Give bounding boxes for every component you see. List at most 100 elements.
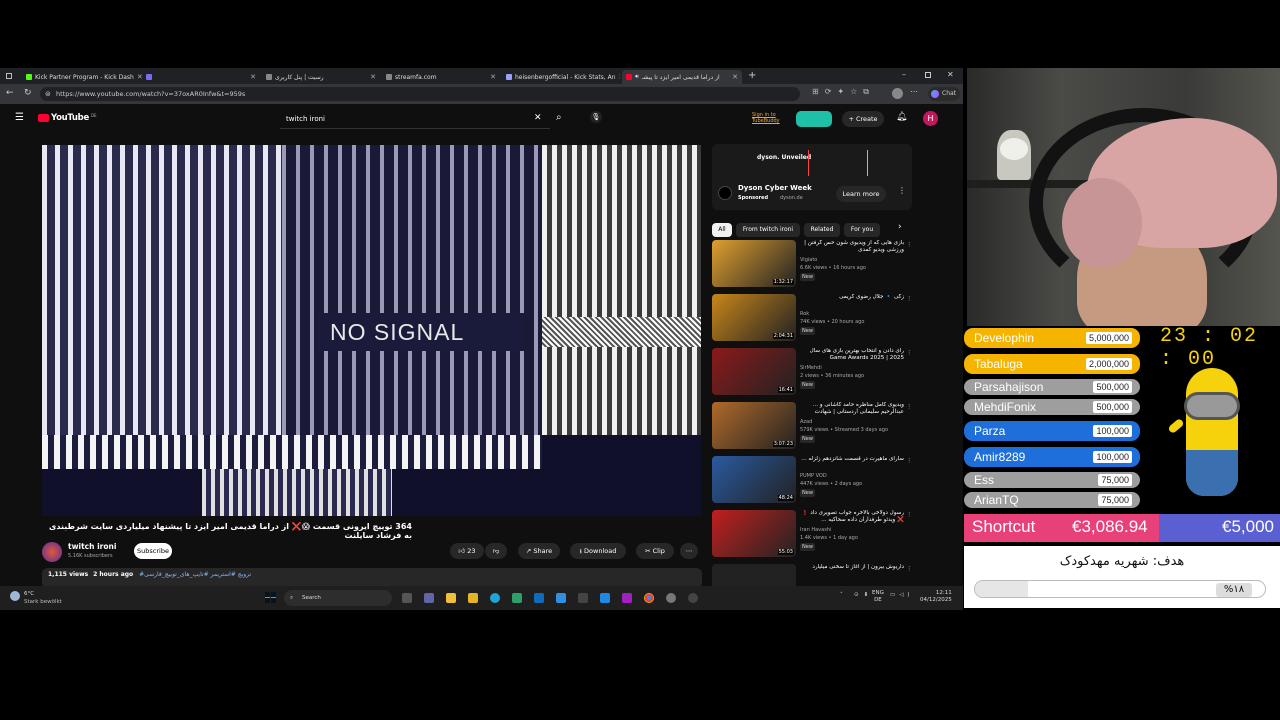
- menu-dots-icon[interactable]: ⋯: [910, 87, 918, 96]
- channel-avatar[interactable]: [42, 542, 62, 562]
- like-button[interactable]: 👍︎ 23: [450, 543, 484, 559]
- clock[interactable]: 12:11 04/12/2025: [920, 590, 952, 604]
- app-icon-blue[interactable]: [556, 593, 566, 603]
- app-icon-green[interactable]: [512, 593, 522, 603]
- recommended-video[interactable]: 3:07:23 ویدیوی کامل مناظره حامد کاشانی و …: [712, 402, 912, 454]
- tray-chevron-icon[interactable]: ˄: [840, 592, 843, 598]
- store-icon[interactable]: [468, 593, 478, 603]
- tab-close-icon[interactable]: ✕: [370, 73, 376, 81]
- extensions-icons[interactable]: ⊞⟳✦☆⧉: [812, 87, 875, 97]
- tab-close-icon[interactable]: ✕: [490, 73, 496, 81]
- recommended-video[interactable]: 16:41 رای دادن و انتخاب بهترین بازی های س…: [712, 348, 912, 400]
- browser-tab[interactable]: رسیت | پنل کاربری ✕: [262, 70, 380, 84]
- tab-close-icon[interactable]: ✕: [250, 73, 256, 81]
- video-menu-icon[interactable]: ⋮: [906, 242, 912, 248]
- video-title[interactable]: سارای ماهیرت در قسمت شانزدهم زلزله ...: [800, 456, 904, 463]
- vscode-icon[interactable]: [600, 593, 610, 603]
- notifications-bell-icon[interactable]: 🔔︎: [896, 112, 907, 122]
- video-thumbnail[interactable]: 48:24: [712, 456, 796, 503]
- rider-icon[interactable]: [622, 593, 632, 603]
- obs-icon[interactable]: [688, 593, 698, 603]
- file-explorer-icon[interactable]: [446, 593, 456, 603]
- video-menu-icon[interactable]: ⋮: [906, 404, 912, 410]
- outlook-icon[interactable]: [534, 593, 544, 603]
- subscribe-button[interactable]: Subscribe: [134, 543, 172, 559]
- hashtags[interactable]: #ترویچ #استریمر #تایپ_های_توییچ_فارسی: [139, 571, 251, 578]
- video-thumbnail[interactable]: 1:32:17: [712, 240, 796, 287]
- video-menu-icon[interactable]: ⋮: [906, 566, 912, 572]
- recommended-video[interactable]: 1:32:17 بازی هایی که از ویدیوی شون حس گرف…: [712, 240, 912, 292]
- task-view-icon[interactable]: [402, 593, 412, 603]
- video-player[interactable]: NO SIGNAL: [42, 145, 701, 516]
- video-title[interactable]: رسول دولاخی بالاخره جواب تصویری داد ❗ ❌ …: [800, 510, 904, 524]
- create-button[interactable]: + Create: [842, 111, 884, 127]
- video-description[interactable]: 1,115 views 2 hours ago #ترویچ #استریمر …: [42, 568, 702, 588]
- video-channel[interactable]: Vigiato: [800, 256, 817, 264]
- tubebuddy-icon[interactable]: [796, 111, 832, 127]
- filter-chip[interactable]: From twitch ironi: [736, 223, 800, 237]
- tab-audio-icon[interactable]: 🔊︎: [635, 73, 639, 81]
- recommended-video[interactable]: 55:03 رسول دولاخی بالاخره جواب تصویری داد…: [712, 510, 912, 562]
- terminal-icon[interactable]: [578, 593, 588, 603]
- video-channel[interactable]: Rok: [800, 310, 809, 318]
- browser-tab[interactable]: ✕: [142, 70, 260, 84]
- filter-chip[interactable]: Related: [804, 223, 840, 237]
- video-channel[interactable]: Iran Havashi: [800, 526, 831, 534]
- recommended-video[interactable]: 48:24 سارای ماهیرت در قسمت شانزدهم زلزله …: [712, 456, 912, 508]
- video-title[interactable]: ویدیوی کامل مناظره حامد کاشانی و ... عبد…: [800, 402, 904, 416]
- tab-close-icon[interactable]: ✕: [732, 73, 738, 81]
- filter-chip[interactable]: For you: [844, 223, 880, 237]
- browser-tab-active[interactable]: 🔊︎ از دراما قدیمی امیر ایزد تا پیشـ ✕: [622, 70, 742, 84]
- video-thumbnail[interactable]: 16:41: [712, 348, 796, 395]
- teams-icon[interactable]: [424, 593, 434, 603]
- browser-tab[interactable]: streamfa.com ✕: [382, 70, 500, 84]
- recommended-video[interactable]: 2:04:31 زگی 🔹 جلال رضوی کریمی Rok 74K views…: [712, 294, 912, 346]
- weather-icon[interactable]: [10, 591, 20, 601]
- video-thumbnail[interactable]: 2:04:31: [712, 294, 796, 341]
- video-menu-icon[interactable]: ⋮: [906, 350, 912, 356]
- video-menu-icon[interactable]: ⋮: [906, 296, 912, 302]
- start-windows-icon[interactable]: [265, 592, 276, 603]
- ad-learn-more-button[interactable]: Learn more: [836, 186, 886, 202]
- settings-gear-icon[interactable]: [666, 593, 676, 603]
- dislike-button[interactable]: 👎︎: [485, 543, 507, 559]
- reload-icon[interactable]: ↻: [24, 88, 32, 98]
- language-indicator[interactable]: ENG DE: [872, 590, 884, 604]
- download-button[interactable]: ⭳ Download: [570, 543, 626, 559]
- window-icon[interactable]: [6, 73, 12, 79]
- search-input[interactable]: twitch ironi: [280, 109, 550, 129]
- network-volume-icons[interactable]: ▭◁): [890, 592, 914, 598]
- more-actions-button[interactable]: ⋯: [680, 543, 698, 559]
- tab-close-icon[interactable]: ✕: [619, 73, 620, 81]
- video-title[interactable]: زگی 🔹 جلال رضوی کریمی: [800, 294, 904, 301]
- clear-search-icon[interactable]: ✕: [534, 113, 542, 123]
- search-icon[interactable]: ⌕: [556, 112, 562, 123]
- tray-icons[interactable]: ⊙⬇: [854, 592, 873, 598]
- browser-tab[interactable]: Kick Partner Program - Kick Dash ✕: [22, 70, 142, 84]
- video-title[interactable]: داریوش بیرون | از آغاز تا سخنی میلیارد: [800, 564, 904, 571]
- url-field[interactable]: ⊜ https://www.youtube.com/watch?v=37oxAR…: [40, 87, 800, 101]
- video-channel[interactable]: PUMP VOD: [800, 472, 827, 480]
- hamburger-menu-icon[interactable]: ☰: [15, 112, 24, 123]
- new-tab-icon[interactable]: +: [748, 70, 756, 81]
- taskbar-search-box[interactable]: ⌕ Search: [284, 590, 392, 606]
- sponsored-ad[interactable]: dyson. Unveiled Dyson Cyber Week Sponsor…: [712, 144, 912, 210]
- account-avatar[interactable]: H: [923, 111, 938, 126]
- chat-button[interactable]: Chat: [928, 87, 961, 101]
- tubebuddy-signin-link[interactable]: Sign in to TubeBuddy: [752, 112, 790, 124]
- ad-menu-icon[interactable]: ⋮: [898, 186, 906, 195]
- microphone-icon[interactable]: 🎙: [590, 111, 602, 123]
- video-menu-icon[interactable]: ⋮: [906, 512, 912, 518]
- video-title[interactable]: بازی هایی که از ویدیوی شون حس گرفتن | ور…: [800, 240, 904, 254]
- chrome-icon[interactable]: [644, 593, 654, 603]
- maximize-icon[interactable]: [925, 72, 931, 78]
- video-channel[interactable]: Azad: [800, 418, 812, 426]
- video-channel[interactable]: SirMehdi: [800, 364, 822, 372]
- back-icon[interactable]: ←: [6, 88, 14, 98]
- minimize-icon[interactable]: –: [902, 70, 906, 79]
- browser-tab[interactable]: heisenbergofficial - Kick Stats, An✕: [502, 70, 620, 84]
- channel-name[interactable]: twitch ironi: [68, 542, 116, 551]
- video-menu-icon[interactable]: ⋮: [906, 458, 912, 464]
- video-title[interactable]: رای دادن و انتخاب بهترین بازی های سال Ga…: [800, 348, 904, 362]
- youtube-logo[interactable]: YouTube DE: [38, 113, 97, 123]
